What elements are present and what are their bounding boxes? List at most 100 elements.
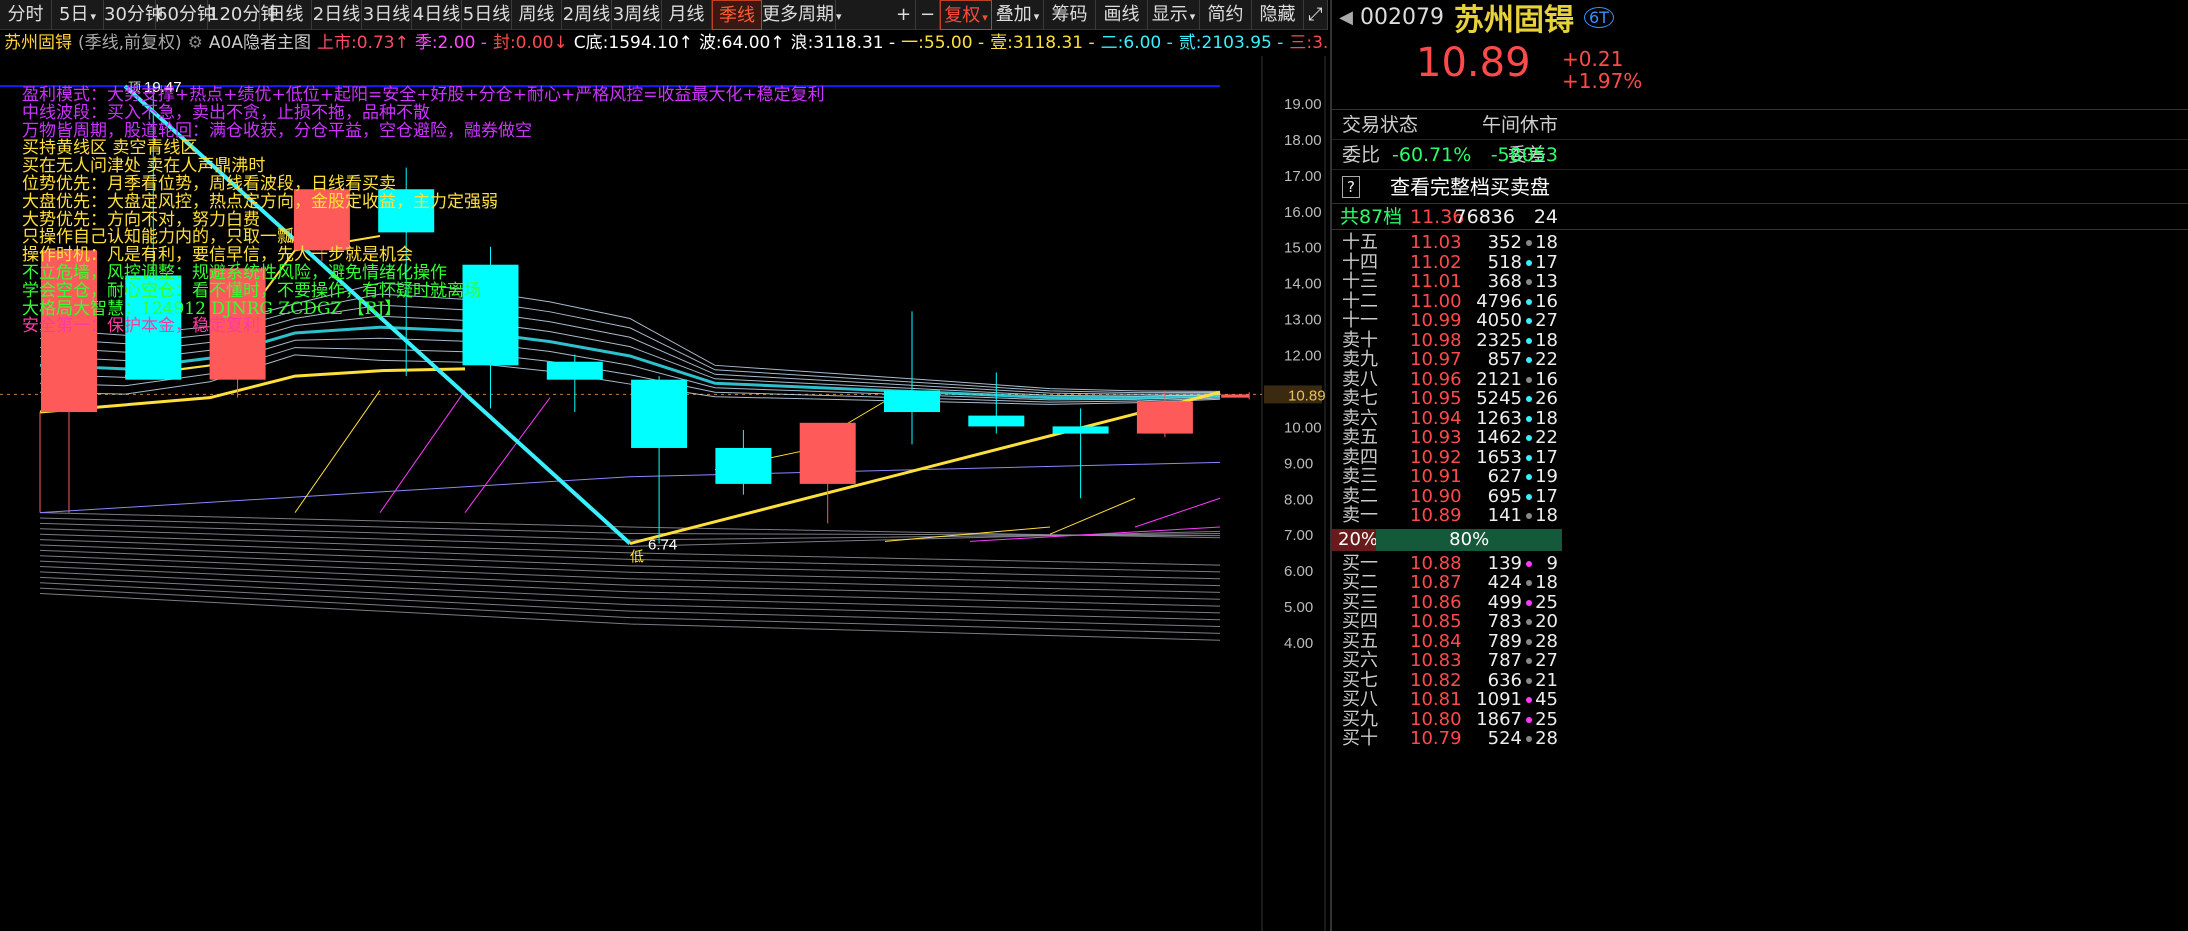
period-button-5[interactable]: 日线 xyxy=(260,0,312,30)
period-button-11[interactable]: 2周线 xyxy=(562,0,612,30)
candle-body[interactable] xyxy=(715,447,772,484)
tool-button-0[interactable]: + xyxy=(892,0,916,30)
period-button-15[interactable]: 更多周期 ▾ xyxy=(762,0,842,30)
level-volume: 141 xyxy=(1487,505,1522,526)
ask-row[interactable]: 卖六 10.94 1263 18 xyxy=(1332,408,2188,429)
candle-body[interactable] xyxy=(884,390,940,413)
total-levels-volume: 76836 xyxy=(1454,206,1515,228)
ask-row[interactable]: 十一 10.99 4050 27 xyxy=(1332,311,2188,331)
ask-row[interactable]: 卖五 10.93 1462 22 xyxy=(1332,428,2188,448)
tool-button-7[interactable]: 简约 xyxy=(1200,0,1252,30)
order-dot-icon xyxy=(1526,474,1532,480)
period-label: 更多周期 xyxy=(762,4,834,25)
level-label: 卖八 xyxy=(1342,368,1378,390)
webi-row: 委比 -60.71% 委差 -58053 xyxy=(1332,140,2188,170)
level-count: 21 xyxy=(1535,669,1558,691)
ask-row[interactable]: 卖九 10.97 857 22 xyxy=(1332,350,2188,370)
period-label: 3日线 xyxy=(362,4,411,25)
tool-label: − xyxy=(919,4,936,25)
help-icon[interactable]: ? xyxy=(1342,176,1360,198)
period-label: 月线 xyxy=(668,4,705,25)
candle-body[interactable] xyxy=(799,422,856,484)
order-dot-icon xyxy=(1526,716,1532,723)
support-ray xyxy=(39,571,1221,614)
ask-row[interactable]: 卖八 10.96 2121 16 xyxy=(1332,368,2188,390)
candle-body[interactable] xyxy=(546,361,603,380)
period-button-7[interactable]: 3日线 xyxy=(362,0,412,30)
change-percent: +1.97% xyxy=(1562,69,1643,93)
tool-button-5[interactable]: 画线 xyxy=(1096,0,1148,30)
ask-row[interactable]: 卖三 10.91 627 19 xyxy=(1332,467,2188,487)
tool-button-4[interactable]: 筹码 xyxy=(1044,0,1096,30)
level-count: 18 xyxy=(1535,572,1558,593)
buy-sell-ratio-bar: 20% 80% xyxy=(1332,528,2188,551)
period-button-13[interactable]: 月线 xyxy=(662,0,712,30)
chevron-down-icon: ▾ xyxy=(1033,10,1040,23)
tool-label: 筹码 xyxy=(1051,4,1088,25)
tool-button-1[interactable]: − xyxy=(916,0,940,30)
y-tick-label: 13.00 xyxy=(1284,312,1322,329)
candle-body[interactable] xyxy=(631,379,688,448)
bid-row[interactable]: 买七 10.82 636 21 xyxy=(1332,669,2188,691)
level-label: 卖七 xyxy=(1342,388,1378,409)
ask-row[interactable]: 十三 11.01 368 13 xyxy=(1332,272,2188,292)
candle-body[interactable] xyxy=(968,415,1025,427)
bid-row[interactable]: 买五 10.84 789 28 xyxy=(1332,631,2188,652)
level-count: 27 xyxy=(1535,650,1558,671)
chevron-down-icon: ▾ xyxy=(90,10,96,23)
ask-row[interactable]: 卖二 10.90 695 17 xyxy=(1332,486,2188,507)
period-label: 3周线 xyxy=(612,4,661,25)
period-button-9[interactable]: 5日线 xyxy=(462,0,512,30)
tool-button-2[interactable]: 复权 ▾ xyxy=(940,0,992,30)
tool-button-6[interactable]: 显示 ▾ xyxy=(1148,0,1200,30)
change-amount: +0.21 xyxy=(1562,47,1624,71)
period-button-6[interactable]: 2日线 xyxy=(312,0,362,30)
prev-stock-icon[interactable]: ◀ xyxy=(1332,7,1360,28)
period-button-4[interactable]: 120分钟 xyxy=(208,0,278,30)
tool-button-3[interactable]: 叠加 ▾ xyxy=(992,0,1044,30)
ask-row[interactable]: 十五 11.03 352 18 xyxy=(1332,233,2188,253)
period-button-1[interactable]: 5日 ▾ xyxy=(52,0,104,30)
full-orderbook-button[interactable]: ? 查看完整档买卖盘 xyxy=(1332,170,2188,204)
bid-row[interactable]: 买十 10.79 524 28 xyxy=(1332,729,2188,749)
trade-status-value: 午间休市 xyxy=(1481,114,1558,136)
candle-body[interactable] xyxy=(1136,401,1193,434)
order-dot-icon xyxy=(1526,318,1532,324)
tool-button-8[interactable]: 隐藏 xyxy=(1252,0,1304,30)
level-label: 买一 xyxy=(1342,552,1378,574)
indicator-item: (季线,前复权) xyxy=(78,33,182,53)
period-button-12[interactable]: 3周线 xyxy=(612,0,662,30)
period-button-2[interactable]: 30分钟 xyxy=(104,0,163,30)
period-button-14[interactable]: 季线 xyxy=(712,0,762,30)
ask-row[interactable]: 卖七 10.95 5245 26 xyxy=(1332,389,2188,409)
bid-row[interactable]: 买八 10.81 1091 45 xyxy=(1332,690,2188,710)
period-button-10[interactable]: 周线 xyxy=(512,0,562,30)
trend-segment xyxy=(1049,497,1136,535)
ask-row[interactable]: 十四 11.02 518 17 xyxy=(1332,252,2188,273)
last-price: 10.89 xyxy=(1416,40,1531,86)
order-dot-icon xyxy=(1526,697,1532,703)
ask-row[interactable]: 卖四 10.92 1653 17 xyxy=(1332,447,2188,468)
ask-row[interactable]: 卖一 10.89 141 18 xyxy=(1332,506,2188,526)
level-price: 10.89 xyxy=(1410,505,1462,526)
period-button-8[interactable]: 4日线 xyxy=(412,0,462,30)
bid-row[interactable]: 买四 10.85 783 20 xyxy=(1332,612,2188,632)
order-dot-icon xyxy=(1526,580,1532,586)
period-button-3[interactable]: 60分钟 xyxy=(156,0,215,30)
stock-tag-icon[interactable]: 6T xyxy=(1583,6,1614,28)
level-volume: 857 xyxy=(1487,349,1522,370)
ask-row[interactable]: 十二 11.00 4796 16 xyxy=(1332,291,2188,312)
bid-row[interactable]: 买二 10.87 424 18 xyxy=(1332,573,2188,593)
bid-row[interactable]: 买九 10.80 1867 25 xyxy=(1332,708,2188,730)
candle-body[interactable] xyxy=(1221,394,1250,398)
ask-row[interactable]: 卖十 10.98 2325 18 xyxy=(1332,330,2188,351)
level-volume: 1867 xyxy=(1476,708,1522,730)
total-levels-count: 24 xyxy=(1533,206,1558,228)
candle-body[interactable] xyxy=(1052,426,1109,434)
bid-row[interactable]: 买六 10.83 787 27 xyxy=(1332,651,2188,671)
period-button-0[interactable]: 分时 xyxy=(0,0,52,30)
tool-button-9[interactable]: ⤢ xyxy=(1304,0,1328,30)
bid-row[interactable]: 买三 10.86 499 25 xyxy=(1332,592,2188,613)
bid-row[interactable]: 买一 10.88 139 9 xyxy=(1332,552,2188,574)
level-price: 11.01 xyxy=(1410,271,1462,292)
